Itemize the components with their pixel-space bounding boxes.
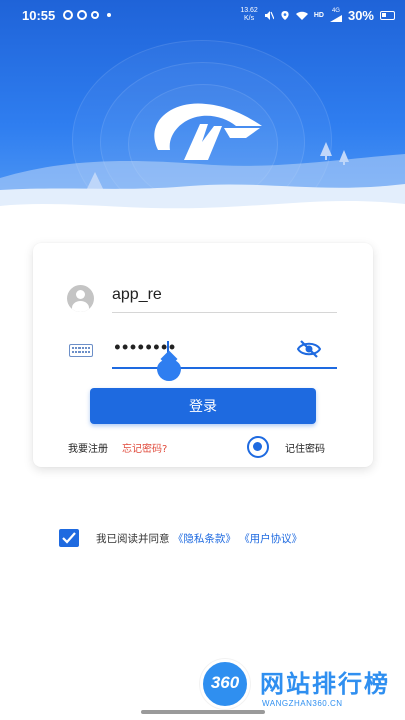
network-speed-value: 13.62 [240, 7, 258, 14]
login-card: app_re •••••••• 登录 我要注册 忘记密码? 记住密码 [33, 243, 373, 467]
watermark-badge-text: 360 [210, 673, 240, 692]
mute-icon [264, 10, 274, 20]
network-type: 4G [331, 8, 340, 14]
register-link[interactable]: 我要注册 [68, 440, 108, 455]
network-label: HD [313, 11, 324, 19]
username-input[interactable]: app_re [112, 286, 332, 304]
keyboard-icon [69, 344, 93, 357]
status-bar: 10:55 13.62 K/s HD 4G 30% [0, 0, 405, 30]
wifi-icon [295, 11, 308, 20]
signal-icon [329, 15, 342, 22]
user-avatar-icon [67, 285, 94, 312]
agreement-prefix: 我已阅读并同意 [96, 533, 170, 545]
login-button[interactable]: 登录 [90, 388, 316, 424]
text-selection-handle[interactable] [157, 359, 181, 381]
battery-icon [380, 10, 395, 20]
more-notifications-icon [107, 13, 112, 17]
remember-password-radio[interactable] [247, 436, 269, 458]
forgot-password-link[interactable]: 忘记密码? [122, 440, 167, 455]
network-speed-unit: K/s [244, 15, 255, 22]
agreement-checkbox[interactable] [59, 529, 79, 547]
watermark-logo-badge: 360 [200, 659, 250, 709]
home-indicator[interactable] [141, 710, 265, 714]
chat-notification-icon [91, 11, 100, 19]
app-logo-icon [154, 103, 262, 160]
remember-password-label[interactable]: 记住密码 [285, 440, 325, 455]
checkmark-icon [62, 532, 76, 544]
battery-percent: 30% [347, 7, 374, 23]
network-speed: 13.62 K/s [240, 7, 258, 23]
notification-icons [63, 10, 112, 20]
hide-password-eye-icon[interactable] [297, 340, 321, 358]
password-underline [112, 367, 337, 369]
watermark-title: 网站排行榜 [260, 670, 390, 698]
user-agreement-link[interactable]: 《用户协议》 [239, 533, 302, 545]
privacy-policy-link[interactable]: 《隐私条款》 [173, 533, 236, 545]
agreement-text: 我已阅读并同意 《隐私条款》 《用户协议》 [96, 531, 302, 546]
chat-notification-icon [77, 10, 88, 20]
watermark-url: WANGZHAN360.CN [262, 699, 343, 708]
location-icon [281, 10, 289, 20]
username-underline [112, 312, 337, 313]
chat-notification-icon [63, 10, 74, 20]
header-banner: 10:55 13.62 K/s HD 4G 30% [0, 0, 405, 230]
status-time: 10:55 [22, 7, 56, 23]
